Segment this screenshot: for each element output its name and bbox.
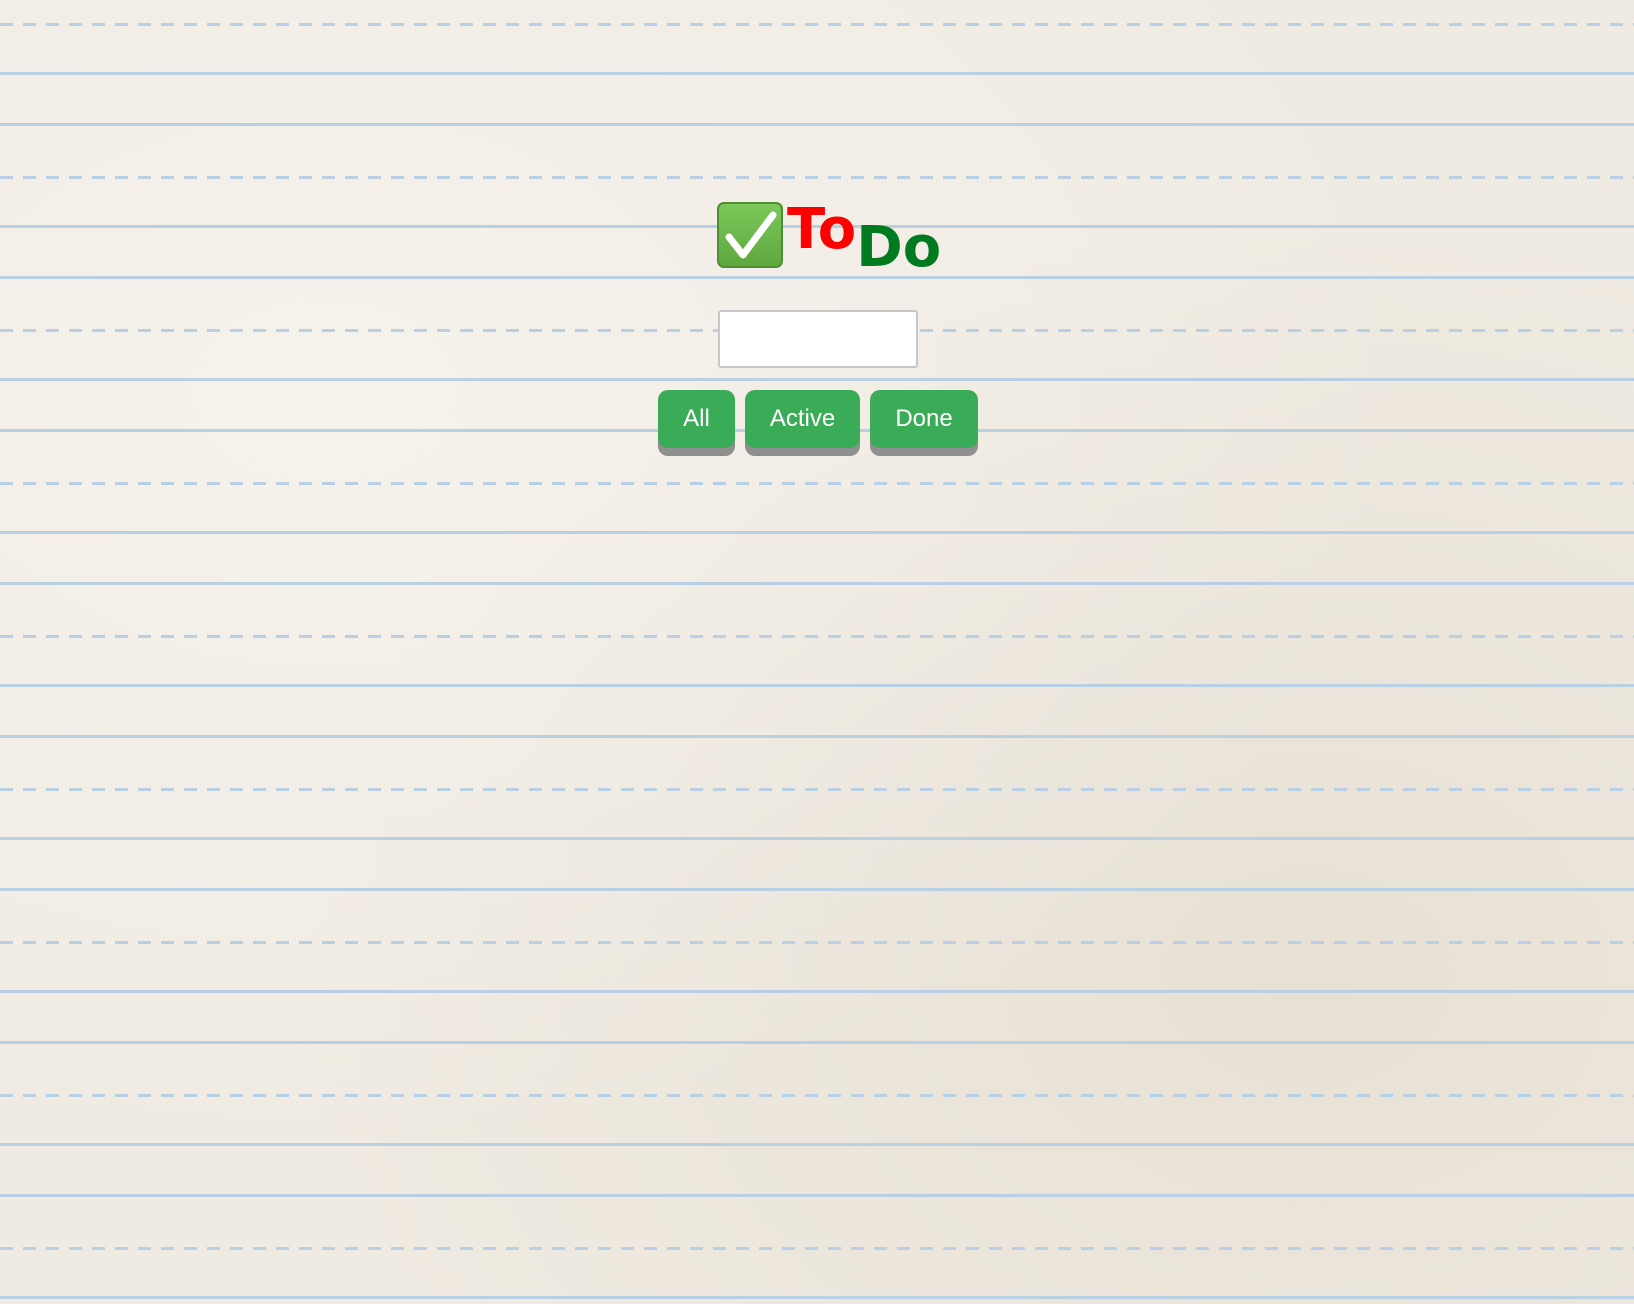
filter-done-button[interactable]: Done <box>870 390 978 448</box>
title-do: Do <box>856 215 942 280</box>
filter-all-button[interactable]: All <box>658 390 735 448</box>
app-title: To Do <box>717 198 941 278</box>
filter-active-button[interactable]: Active <box>745 390 860 448</box>
title-to: To <box>787 197 857 262</box>
new-todo-input[interactable] <box>718 310 918 368</box>
check-mark-button-icon <box>717 202 783 268</box>
filter-buttons: All Active Done <box>658 390 978 448</box>
todo-app: To Do All Active Done <box>0 0 1634 1304</box>
